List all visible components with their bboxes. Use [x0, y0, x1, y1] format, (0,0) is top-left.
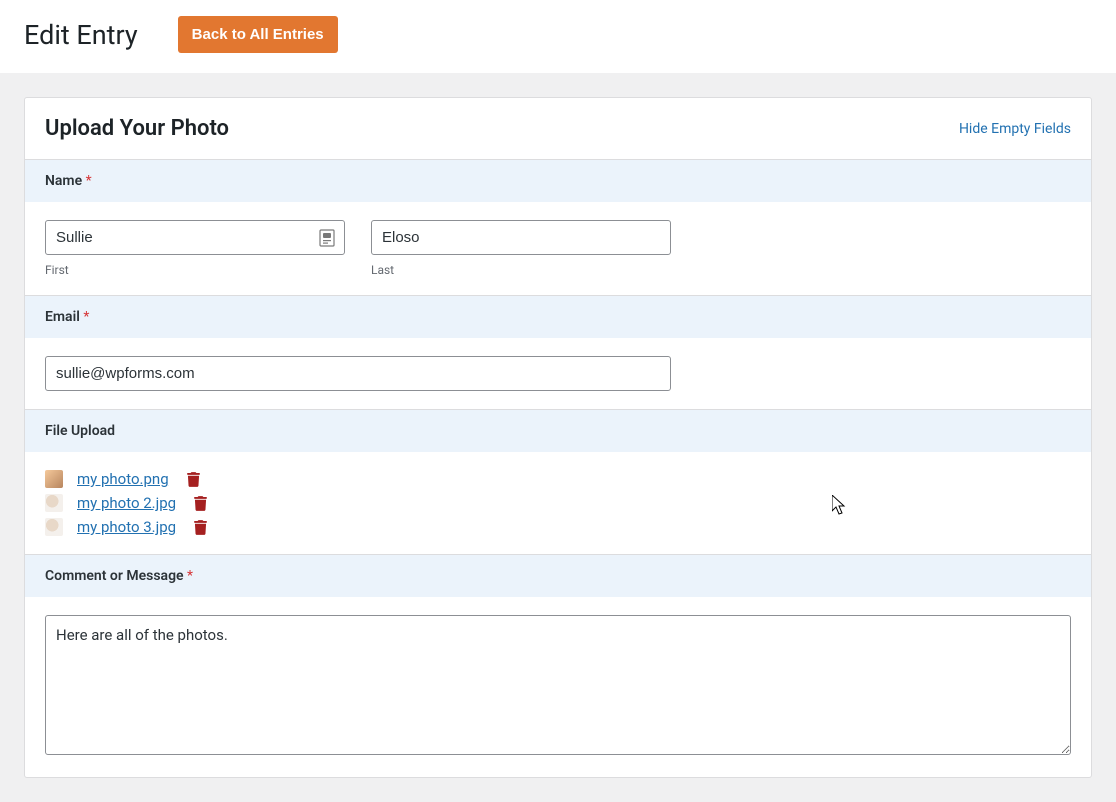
comment-label-text: Comment or Message [45, 568, 184, 584]
file-upload-field-label: File Upload [25, 409, 1091, 452]
email-field-label: Email * [25, 295, 1091, 338]
required-asterisk: * [80, 309, 90, 325]
trash-icon [194, 496, 207, 511]
email-input[interactable] [45, 356, 671, 391]
delete-file-button[interactable] [187, 472, 200, 487]
email-label-text: Email [45, 309, 80, 325]
delete-file-button[interactable] [194, 520, 207, 535]
delete-file-button[interactable] [194, 496, 207, 511]
file-row: my photo.png [45, 470, 1071, 488]
required-asterisk: * [82, 173, 92, 189]
required-asterisk: * [184, 568, 194, 584]
entry-panel: Upload Your Photo Hide Empty Fields Name… [24, 97, 1092, 778]
file-row: my photo 3.jpg [45, 518, 1071, 536]
comment-field-label: Comment or Message * [25, 554, 1091, 597]
back-to-entries-button[interactable]: Back to All Entries [178, 16, 338, 53]
file-link[interactable]: my photo 3.jpg [77, 518, 176, 536]
comment-textarea[interactable] [45, 615, 1071, 755]
name-label-text: Name [45, 173, 82, 189]
file-row: my photo 2.jpg [45, 494, 1071, 512]
first-name-sublabel: First [45, 263, 345, 277]
first-name-input[interactable] [45, 220, 345, 255]
trash-icon [194, 520, 207, 535]
last-name-input[interactable] [371, 220, 671, 255]
file-thumbnail [45, 518, 63, 536]
file-link[interactable]: my photo 2.jpg [77, 494, 176, 512]
page-title: Edit Entry [24, 19, 138, 51]
panel-title: Upload Your Photo [45, 116, 229, 141]
file-link[interactable]: my photo.png [77, 470, 169, 488]
hide-empty-fields-link[interactable]: Hide Empty Fields [959, 121, 1071, 137]
name-field-label: Name * [25, 160, 1091, 202]
file-thumbnail [45, 470, 63, 488]
last-name-sublabel: Last [371, 263, 671, 277]
file-thumbnail [45, 494, 63, 512]
trash-icon [187, 472, 200, 487]
